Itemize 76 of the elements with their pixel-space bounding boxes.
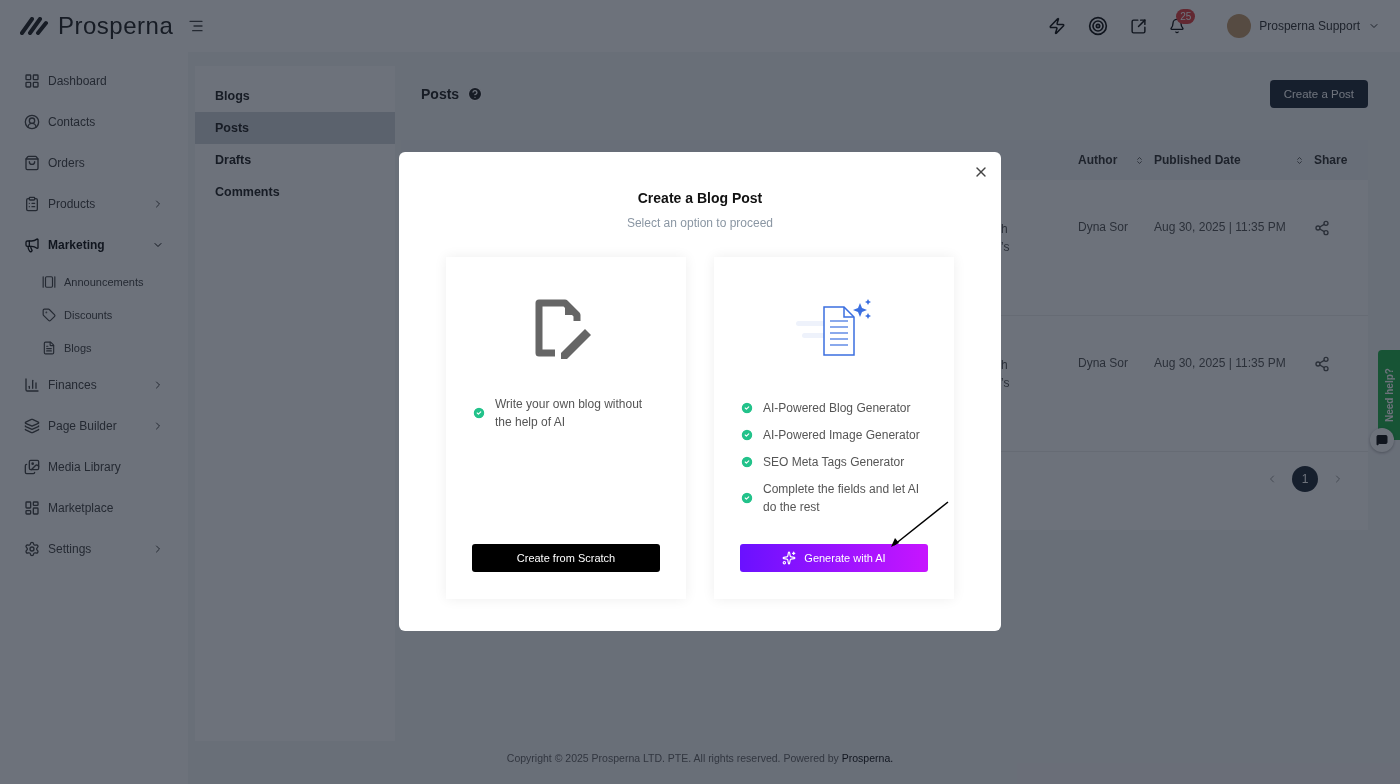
check-icon xyxy=(740,428,754,442)
sidebar-subitem[interactable]: Announcements xyxy=(0,265,188,298)
share-icon[interactable] xyxy=(1314,220,1330,236)
sparkle-icon xyxy=(782,551,797,565)
chat-button[interactable] xyxy=(1370,428,1394,452)
sidebar-item[interactable]: Marketing xyxy=(0,224,188,265)
sidebar-item[interactable]: Orders xyxy=(0,142,188,183)
sidebar-item[interactable]: Finances xyxy=(0,364,188,405)
help-icon[interactable] xyxy=(467,86,484,102)
create-scratch-button[interactable]: Create from Scratch xyxy=(472,544,660,572)
check-icon xyxy=(740,491,754,505)
feature-text: SEO Meta Tags Generator xyxy=(763,454,905,471)
notification-badge: 25 xyxy=(1176,9,1196,24)
chat-icon xyxy=(1376,434,1388,446)
menu-icon[interactable] xyxy=(188,18,204,34)
nav-icon xyxy=(24,376,40,393)
table-cell-text: Dyna Sor xyxy=(1078,220,1130,234)
sidebar-subitem[interactable]: Blogs xyxy=(0,331,188,364)
sidebar-item[interactable]: Dashboard xyxy=(0,60,188,101)
lightning-icon[interactable] xyxy=(1048,17,1067,35)
brand-name: Prosperna xyxy=(58,12,174,40)
nav-icon xyxy=(24,154,40,171)
nav-icon xyxy=(24,195,40,212)
nav-icon xyxy=(24,417,40,434)
page-title: Posts xyxy=(421,86,460,102)
table-cell-text: Aug 30, 2025 | 11:35 PM xyxy=(1154,220,1287,234)
nav-icon xyxy=(42,340,56,355)
sidebar-item[interactable]: Settings xyxy=(0,528,188,569)
column-header: Published Date xyxy=(1154,153,1241,167)
check-icon xyxy=(740,401,754,415)
nav-icon xyxy=(42,307,56,322)
check-icon xyxy=(740,455,754,469)
column-header: Share xyxy=(1314,153,1348,167)
target-icon[interactable] xyxy=(1088,16,1109,36)
help-tab[interactable]: Need help? xyxy=(1378,350,1400,440)
nav-icon xyxy=(24,113,40,130)
footer-link[interactable]: Prosperna. xyxy=(841,752,894,764)
avatar[interactable] xyxy=(1227,14,1252,38)
sidebar-item[interactable]: Contacts xyxy=(0,101,188,142)
sidebar-subitem[interactable]: Discounts xyxy=(0,298,188,331)
table-cell-text: Aug 30, 2025 | 11:35 PM xyxy=(1154,356,1287,370)
feature-text: AI-Powered Blog Generator xyxy=(763,400,911,417)
nav-icon xyxy=(42,274,56,289)
sidebar-item[interactable]: Page Builder xyxy=(0,405,188,446)
external-link-icon[interactable] xyxy=(1130,17,1148,35)
table-cell: h xyxy=(1001,358,1008,372)
table-cell: h xyxy=(1001,222,1008,236)
nav-icon xyxy=(24,72,40,89)
arrow-annotation xyxy=(890,501,950,549)
nav-icon xyxy=(24,458,40,475)
feature-text: Write your own blog without the help of AI xyxy=(495,396,644,431)
table-cell: ’s xyxy=(1001,240,1010,254)
modal-subtitle: Select an option to proceed xyxy=(626,216,774,230)
check-icon xyxy=(472,406,486,420)
nav-icon xyxy=(24,540,40,557)
table-cell: ’s xyxy=(1001,376,1010,390)
sidebar-item[interactable]: Media Library xyxy=(0,446,188,487)
page-button[interactable]: 1 xyxy=(1292,466,1318,492)
table-cell-text: Dyna Sor xyxy=(1078,356,1130,370)
share-icon[interactable] xyxy=(1314,356,1330,372)
sidebar-item[interactable]: Marketplace xyxy=(0,487,188,528)
modal-title: Create a Blog Post xyxy=(637,190,763,206)
nav-icon xyxy=(24,499,40,516)
brand-logo-icon xyxy=(20,17,50,35)
create-post-button[interactable]: Create a Post xyxy=(1269,80,1368,108)
notification-icon[interactable] xyxy=(1169,18,1186,34)
nav-icon xyxy=(24,236,40,253)
column-header: Author xyxy=(1078,153,1118,167)
user-name[interactable]: Prosperna Support xyxy=(1259,19,1360,33)
subnav-item[interactable]: Posts xyxy=(195,112,395,144)
sidebar-item[interactable]: Products xyxy=(0,183,188,224)
feature-text: Complete the fields and let AI do the rest xyxy=(763,481,921,516)
sort-icon[interactable] xyxy=(1135,155,1144,165)
feature-text: AI-Powered Image Generator xyxy=(763,427,920,444)
generate-ai-button[interactable]: Generate with AI xyxy=(740,544,928,572)
sort-icon[interactable] xyxy=(1295,155,1304,165)
